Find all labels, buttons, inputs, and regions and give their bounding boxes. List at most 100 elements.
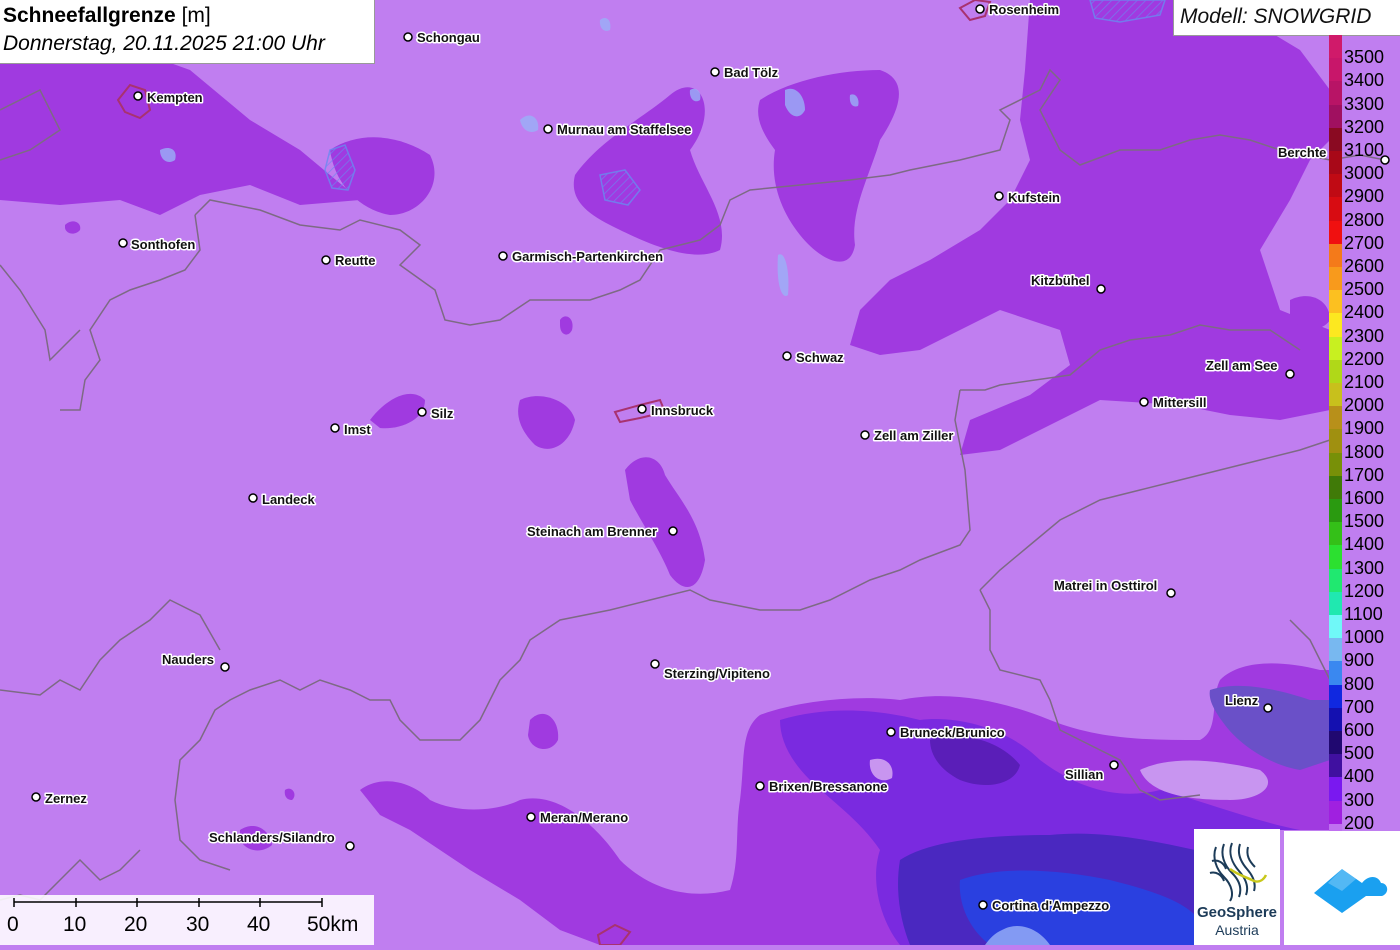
legend-swatch-2000 [1329,383,1342,407]
scale-bar: 0 10 20 30 40 50km [0,895,374,945]
city-rosenheim[interactable]: Rosenheim [975,1,1061,19]
svg-text:Brixen/Bressanone: Brixen/Bressanone [769,779,888,794]
legend-label-1000: 1000 [1344,627,1385,648]
legend-swatch-1600 [1329,475,1342,500]
legend-label-2700: 2700 [1344,232,1385,253]
legend-swatch-800 [1329,661,1342,686]
legend-label-2600: 2600 [1344,256,1385,276]
svg-text:Kempten: Kempten [147,90,203,105]
legend-swatch-2500 [1329,267,1342,291]
legend-label-2800: 2800 [1344,209,1385,230]
legend-label-1600: 1600 [1344,488,1385,508]
model-box: Modell: SNOWGRID [1173,0,1400,36]
legend-swatch-2100 [1329,359,1342,384]
city-brixen[interactable]: Brixen/Bressanone [755,778,889,796]
legend-label-1300: 1300 [1344,557,1385,578]
geosphere-swirl-icon [1209,842,1268,902]
legend-label-900: 900 [1344,650,1375,671]
city-steinach[interactable]: Steinach am Brenner [526,523,678,541]
legend-swatch-1900 [1329,406,1342,430]
legend-swatch-3300 [1329,81,1342,106]
svg-text:Berchte: Berchte [1278,145,1326,160]
svg-text:Bad Tölz: Bad Tölz [724,65,779,80]
svg-text:Sonthofen: Sonthofen [131,237,195,252]
legend-label-1200: 1200 [1344,580,1385,601]
svg-text:Lienz: Lienz [1225,693,1259,708]
legend-label-1500: 1500 [1344,511,1385,532]
geosphere-logo-title: GeoSphere [1196,904,1278,921]
svg-text:Silz: Silz [431,406,454,421]
color-legend-bar [1329,35,1342,848]
svg-text:Nauders: Nauders [162,652,214,667]
legend-swatch-200 [1329,800,1342,825]
legend-label-2100: 2100 [1344,372,1385,392]
legend-label-2500: 2500 [1344,279,1385,300]
legend-swatch-700 [1329,684,1342,709]
legend-label-400: 400 [1344,766,1375,787]
city-zell-am-ziller[interactable]: Zell am Ziller [860,427,955,445]
legend-swatch-1300 [1329,545,1342,570]
legend-label-3400: 3400 [1344,70,1385,91]
legend-label-2300: 2300 [1344,325,1385,346]
legend-label-1700: 1700 [1344,464,1385,485]
legend-swatch-600 [1329,707,1342,732]
snowfall-limit-map[interactable]: Schongau Rosenheim Kempten Bad Tölz Murn… [0,0,1400,945]
scale-label-20: 20 [124,913,148,936]
legend-swatch-1500 [1329,499,1342,523]
legend-label-300: 300 [1344,789,1375,810]
city-meran[interactable]: Meran/Merano [526,809,630,827]
scale-label-30: 30 [186,913,210,936]
legend-swatch-2800 [1329,197,1342,222]
legend-label-3500: 3500 [1344,47,1385,68]
legend-swatch-2300 [1329,313,1342,338]
svg-text:Steinach am Brenner: Steinach am Brenner [527,524,657,539]
map-title: Schneefallgrenze [m] [3,4,211,28]
legend-swatch-3400 [1329,58,1342,82]
legend-swatch-2400 [1329,290,1342,314]
legend-label-1400: 1400 [1344,534,1385,555]
legend-label-3300: 3300 [1344,93,1385,114]
svg-text:Bruneck/Brunico: Bruneck/Brunico [900,725,1005,740]
legend-label-2200: 2200 [1344,348,1385,369]
svg-text:Mittersill: Mittersill [1153,395,1206,410]
city-murnau[interactable]: Murnau am Staffelsee [543,121,693,139]
title-box: Schneefallgrenze [m] Donnerstag, 20.11.2… [0,0,375,64]
svg-text:Zell am See: Zell am See [1206,358,1278,373]
legend-swatch-2900 [1329,174,1342,198]
legend-label-1800: 1800 [1344,441,1385,462]
city-sonthofen[interactable]: Sonthofen [118,236,197,254]
cloud-icon [1314,869,1388,913]
legend-swatch-1800 [1329,429,1342,454]
legend-swatch-3000 [1329,151,1342,175]
city-cortina[interactable]: Cortina d'Ampezzo [978,897,1111,915]
city-garmisch[interactable]: Garmisch-Partenkirchen [498,248,665,266]
svg-text:Rosenheim: Rosenheim [989,2,1059,17]
svg-text:Sillian: Sillian [1065,767,1103,782]
legend-label-2000: 2000 [1344,395,1385,416]
legend-label-3100: 3100 [1344,140,1385,160]
svg-text:Murnau am Staffelsee: Murnau am Staffelsee [557,122,691,137]
geosphere-logo[interactable]: GeoSphere Austria [1194,829,1280,945]
svg-text:Schlanders/Silandro: Schlanders/Silandro [209,830,335,845]
model-name: Modell: SNOWGRID [1180,5,1372,28]
scale-label-10: 10 [63,913,87,936]
legend-label-1100: 1100 [1344,604,1383,624]
legend-label-3000: 3000 [1344,163,1385,184]
city-bruneck[interactable]: Bruneck/Brunico [886,724,1006,742]
legend-label-1900: 1900 [1344,418,1385,439]
legend-swatch-1100 [1329,591,1342,616]
svg-text:Schongau: Schongau [417,30,480,45]
svg-text:Landeck: Landeck [262,492,316,507]
svg-text:Imst: Imst [344,422,371,437]
svg-text:Zell am Ziller: Zell am Ziller [874,428,953,443]
cloud-logo[interactable] [1284,831,1400,945]
legend-swatch-3100 [1329,127,1342,152]
map-datetime: Donnerstag, 20.11.2025 21:00 Uhr [3,32,325,55]
legend-label-2400: 2400 [1344,302,1385,323]
legend-swatch-3200 [1329,104,1342,129]
svg-text:Garmisch-Partenkirchen: Garmisch-Partenkirchen [512,249,663,264]
legend-swatch-2700 [1329,220,1342,245]
geosphere-logo-subtitle: Austria [1215,922,1259,938]
legend-label-800: 800 [1344,673,1375,694]
map-title-unit: [m] [181,4,211,27]
